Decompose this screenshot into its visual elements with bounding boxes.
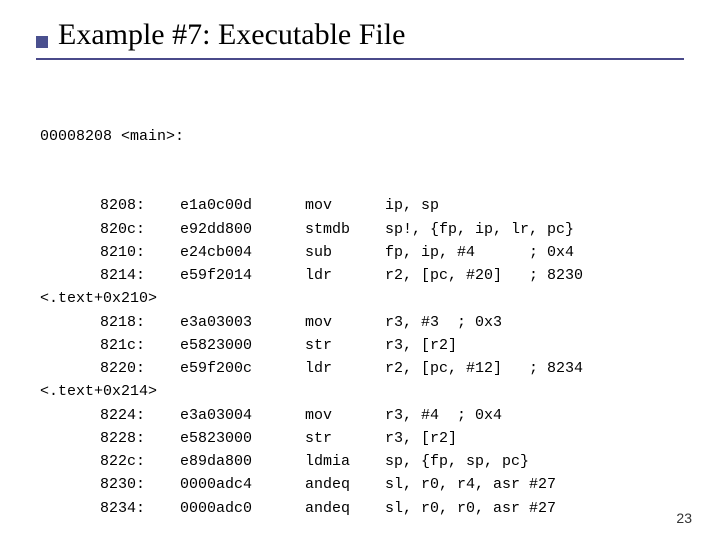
hex-cell: e59f2014 <box>180 264 305 287</box>
opcode-cell: stmdb <box>305 218 385 241</box>
title-area: Example #7: Executable File <box>36 18 684 60</box>
disasm-row: 8218:e3a03003movr3, #3 ; 0x3 <box>40 311 684 334</box>
opcode-cell: ldmia <box>305 450 385 473</box>
addr-cell: 822c: <box>100 450 180 473</box>
args-cell: ip, sp <box>385 194 439 217</box>
hex-cell: e24cb004 <box>180 241 305 264</box>
opcode-cell: ldr <box>305 264 385 287</box>
disasm-row: 820c:e92dd800stmdbsp!, {fp, ip, lr, pc} <box>40 218 684 241</box>
hex-cell: 0000adc0 <box>180 497 305 520</box>
opcode-cell: andeq <box>305 497 385 520</box>
hex-cell: e59f200c <box>180 357 305 380</box>
addr-cell: 8220: <box>100 357 180 380</box>
args-cell: r3, #4 ; 0x4 <box>385 404 502 427</box>
opcode-cell: sub <box>305 241 385 264</box>
addr-cell: 820c: <box>100 218 180 241</box>
args-cell: r3, [r2] <box>385 427 457 450</box>
addr-cell: 8228: <box>100 427 180 450</box>
hex-cell: e5823000 <box>180 427 305 450</box>
slide: Example #7: Executable File 00008208 <ma… <box>0 0 720 540</box>
hex-cell: e92dd800 <box>180 218 305 241</box>
args-cell: sl, r0, r4, asr #27 <box>385 473 556 496</box>
header-line: 00008208 <main>: <box>40 125 684 148</box>
args-cell: sp, {fp, sp, pc} <box>385 450 529 473</box>
opcode-cell: mov <box>305 311 385 334</box>
disasm-row: 8208:e1a0c00dmovip, sp <box>40 194 684 217</box>
args-cell: sp!, {fp, ip, lr, pc} <box>385 218 574 241</box>
opcode-cell: str <box>305 334 385 357</box>
page-number: 23 <box>676 510 692 526</box>
args-cell: r3, [r2] <box>385 334 457 357</box>
opcode-cell: str <box>305 427 385 450</box>
args-cell: fp, ip, #4 ; 0x4 <box>385 241 574 264</box>
disasm-row: 822c:e89da800ldmiasp, {fp, sp, pc} <box>40 450 684 473</box>
hex-cell: e89da800 <box>180 450 305 473</box>
opcode-cell: mov <box>305 404 385 427</box>
disasm-row: 8220:e59f200cldrr2, [pc, #12] ; 8234 <box>40 357 684 380</box>
addr-cell: 8224: <box>100 404 180 427</box>
addr-cell: 8208: <box>100 194 180 217</box>
args-cell: r2, [pc, #12] ; 8234 <box>385 357 583 380</box>
args-cell: r3, #3 ; 0x3 <box>385 311 502 334</box>
disasm-row: 8214:e59f2014ldrr2, [pc, #20] ; 8230 <box>40 264 684 287</box>
disasm-row: 821c:e5823000strr3, [r2] <box>40 334 684 357</box>
addr-cell: 8234: <box>100 497 180 520</box>
opcode-cell: mov <box>305 194 385 217</box>
addr-cell: 8218: <box>100 311 180 334</box>
addr-cell: 8214: <box>100 264 180 287</box>
section-label: <.text+0x214> <box>40 380 684 403</box>
args-cell: r2, [pc, #20] ; 8230 <box>385 264 583 287</box>
opcode-cell: ldr <box>305 357 385 380</box>
hex-cell: e3a03003 <box>180 311 305 334</box>
args-cell: sl, r0, r0, asr #27 <box>385 497 556 520</box>
disasm-row: 8210:e24cb004subfp, ip, #4 ; 0x4 <box>40 241 684 264</box>
disasm-row: 8224:e3a03004movr3, #4 ; 0x4 <box>40 404 684 427</box>
addr-cell: 8210: <box>100 241 180 264</box>
hex-cell: e3a03004 <box>180 404 305 427</box>
opcode-cell: andeq <box>305 473 385 496</box>
hex-cell: e1a0c00d <box>180 194 305 217</box>
section-label: <.text+0x210> <box>40 287 684 310</box>
hex-cell: 0000adc4 <box>180 473 305 496</box>
title-bullet-icon <box>36 36 48 48</box>
disasm-row: 8228:e5823000strr3, [r2] <box>40 427 684 450</box>
disasm-row: 8234:0000adc0andeqsl, r0, r0, asr #27 <box>40 497 684 520</box>
slide-title: Example #7: Executable File <box>58 18 405 52</box>
addr-cell: 821c: <box>100 334 180 357</box>
addr-cell: 8230: <box>100 473 180 496</box>
disassembly-block: 00008208 <main>: 8208:e1a0c00dmovip, sp8… <box>40 78 684 540</box>
hex-cell: e5823000 <box>180 334 305 357</box>
disasm-row: 8230:0000adc4andeqsl, r0, r4, asr #27 <box>40 473 684 496</box>
